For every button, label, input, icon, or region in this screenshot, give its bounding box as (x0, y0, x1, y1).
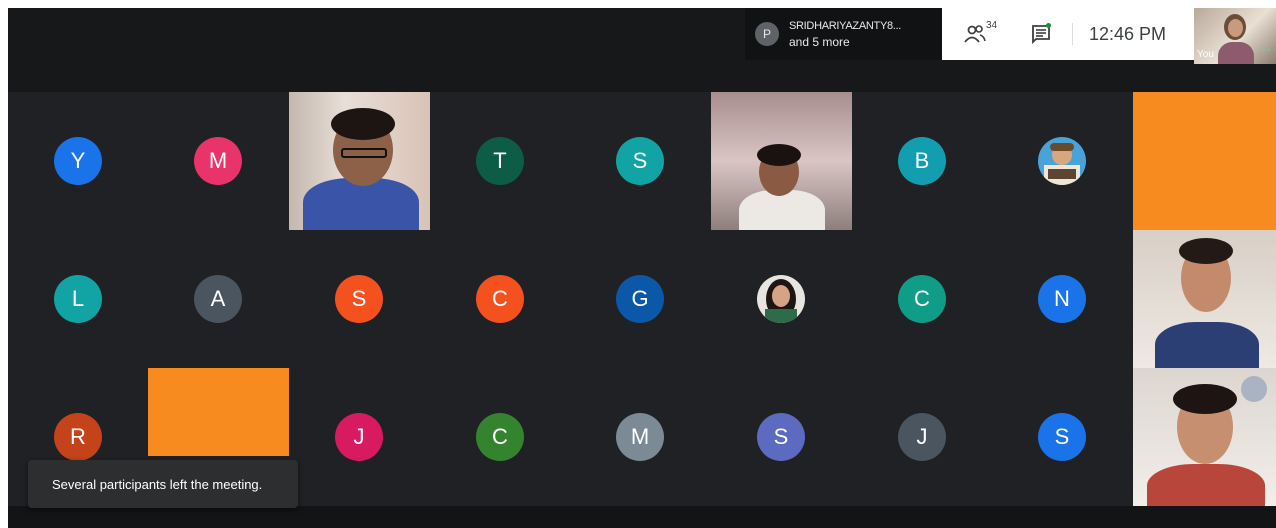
participant-avatar: B (898, 137, 946, 185)
participant-tile[interactable]: S (570, 92, 710, 230)
video-person-hair (757, 144, 801, 166)
participant-avatar: J (335, 413, 383, 461)
participant-avatar: L (54, 275, 102, 323)
video-person-body (739, 190, 825, 230)
participant-avatar: M (616, 413, 664, 461)
participant-avatar: R (54, 413, 102, 461)
participant-avatar: C (898, 275, 946, 323)
participant-tile[interactable] (992, 92, 1132, 230)
participant-video[interactable] (1133, 368, 1276, 506)
participant-video[interactable] (711, 92, 852, 230)
participant-video[interactable] (1133, 230, 1276, 368)
participant-avatar: G (616, 275, 664, 323)
presenter-avatar: P (755, 22, 779, 46)
video-person-body (1155, 322, 1259, 368)
participant-tile[interactable]: C (852, 230, 992, 368)
more-options-icon[interactable]: ⋯ (1257, 41, 1272, 58)
video-person-hair (331, 108, 395, 140)
participant-avatar: M (194, 137, 242, 185)
participant-avatar: S (335, 275, 383, 323)
presenter-others: and 5 more (789, 35, 850, 49)
meeting-screen: P SRIDHARIYAZANTY8... and 5 more 34 12:4… (8, 8, 1276, 528)
self-face (1228, 19, 1243, 37)
participant-tile[interactable]: J (289, 368, 429, 506)
participant-tile[interactable]: N (992, 230, 1132, 368)
participant-tile[interactable]: C (430, 230, 570, 368)
self-view-label: You (1197, 49, 1214, 60)
participant-avatar: S (1038, 413, 1086, 461)
participant-tile[interactable]: J (852, 368, 992, 506)
participant-tile[interactable]: B (852, 92, 992, 230)
self-body (1218, 42, 1254, 64)
participant-photo-avatar (1038, 137, 1086, 185)
participant-avatar: T (476, 137, 524, 185)
divider (1072, 23, 1073, 45)
meeting-info-bar: 34 12:46 PM (942, 8, 1194, 60)
chat-button[interactable] (1030, 23, 1052, 45)
unread-dot (1046, 23, 1051, 28)
presenting-indicator[interactable]: P SRIDHARIYAZANTY8... and 5 more (745, 8, 945, 60)
participant-tile[interactable]: C (430, 368, 570, 506)
notification-toast: Several participants left the meeting. (28, 460, 298, 508)
participant-tile[interactable]: T (430, 92, 570, 230)
participant-tile[interactable]: M (570, 368, 710, 506)
participant-photo-avatar (757, 275, 805, 323)
participant-avatar: J (898, 413, 946, 461)
bottom-bar (8, 506, 1276, 528)
participant-avatar: Y (54, 137, 102, 185)
participant-tile[interactable] (711, 230, 851, 368)
participant-avatar: S (616, 137, 664, 185)
participant-video-orange[interactable] (1133, 92, 1276, 230)
participant-tile[interactable]: L (8, 230, 148, 368)
participant-avatar: A (194, 275, 242, 323)
participant-tile[interactable]: S (711, 368, 851, 506)
participant-tile[interactable]: G (570, 230, 710, 368)
video-person-glasses (341, 148, 387, 158)
presenter-name: SRIDHARIYAZANTY8... (789, 20, 902, 32)
participant-tile[interactable]: Y (8, 92, 148, 230)
wall-clock (1241, 376, 1267, 402)
participant-tile[interactable]: S (289, 230, 429, 368)
participant-avatar: S (757, 413, 805, 461)
video-person-hair (1173, 384, 1237, 414)
self-view-tile[interactable]: You ⋯ (1194, 8, 1276, 64)
meeting-time: 12:46 PM (1089, 23, 1167, 44)
participant-avatar: C (476, 413, 524, 461)
participants-button[interactable]: 34 (964, 20, 1004, 46)
participant-avatar: N (1038, 275, 1086, 323)
top-bar: P SRIDHARIYAZANTY8... and 5 more 34 12:4… (8, 8, 1276, 92)
people-icon (964, 25, 986, 43)
video-person-body (1147, 464, 1265, 506)
participant-tile[interactable]: S (992, 368, 1132, 506)
participant-count: 34 (986, 20, 998, 31)
participant-video-orange[interactable] (148, 368, 289, 456)
participant-video[interactable] (289, 92, 430, 230)
participant-avatar: C (476, 275, 524, 323)
video-person-hair (1179, 238, 1233, 264)
participant-tile[interactable]: A (148, 230, 288, 368)
participant-tile[interactable]: M (148, 92, 288, 230)
